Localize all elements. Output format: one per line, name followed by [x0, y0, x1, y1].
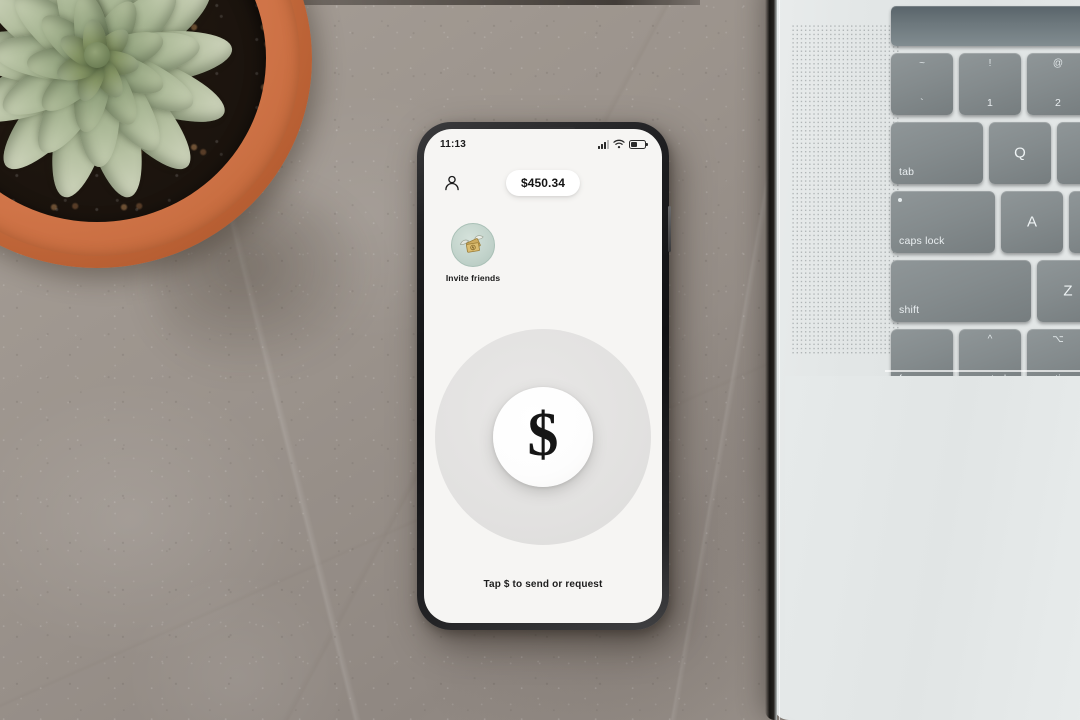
key-w[interactable]: W — [1057, 122, 1080, 184]
battery-icon — [629, 139, 648, 149]
key-z[interactable]: Z — [1037, 260, 1080, 322]
laptop-speaker-grille — [791, 24, 899, 354]
key-tab[interactable]: tab — [891, 122, 983, 184]
key-1-secondary: ! — [988, 58, 992, 69]
key-2[interactable]: @ 2 — [1027, 53, 1080, 115]
laptop-edge-highlight — [779, 0, 780, 720]
succulent-core — [84, 41, 110, 68]
key-s-label: S — [1069, 214, 1080, 231]
dollar-sign-icon: $ — [527, 401, 559, 469]
status-time: 11:13 — [440, 138, 467, 150]
key-1[interactable]: ! 1 — [959, 53, 1021, 115]
key-2-secondary: @ — [1052, 58, 1064, 69]
laptop-palm-rest — [785, 376, 1080, 720]
phone-side-button[interactable] — [668, 206, 671, 252]
keyboard-row-number: ~ ` ! 1 @ 2 — [891, 53, 1080, 115]
laptop: ~ ` ! 1 @ 2 tab Q caps lock A shift Z ^ … — [765, 0, 1080, 720]
key-tab-label: tab — [899, 166, 915, 178]
keyboard-row-function — [891, 6, 1080, 46]
action-hint-text: Tap $ to send or request — [483, 579, 603, 590]
caps-lock-indicator-icon — [898, 198, 902, 202]
key-q-label: Q — [1014, 144, 1026, 162]
phone-screen: 11:13 $450.34 $ Invite friends $ Tap $ t… — [424, 129, 662, 623]
person-icon[interactable] — [441, 172, 463, 194]
keyboard-well-edge — [885, 370, 1080, 372]
key-caps-lock[interactable]: caps lock — [891, 191, 995, 253]
key-shift-label: shift — [899, 304, 920, 316]
keyboard-row-home: caps lock A S — [891, 191, 1080, 253]
succulent-plant — [0, 0, 312, 268]
status-bar: 11:13 — [424, 129, 662, 159]
status-icon-group — [598, 139, 648, 149]
wifi-icon — [613, 139, 625, 149]
app-header: $450.34 — [424, 163, 662, 203]
key-caps-lock-label: caps lock — [899, 235, 945, 247]
key-tilde[interactable]: ~ ` — [891, 53, 953, 115]
key-s[interactable]: S — [1069, 191, 1080, 253]
key-control-symbol-icon: ^ — [987, 334, 993, 345]
key-a-label: A — [1026, 213, 1037, 231]
key-tilde-primary: ` — [920, 97, 924, 109]
smartphone: 11:13 $450.34 $ Invite friends $ Tap $ t… — [417, 122, 671, 630]
key-esc-strip[interactable] — [891, 6, 1080, 46]
laptop-left-edge — [765, 0, 777, 720]
key-w-label: W — [1057, 145, 1080, 162]
key-a[interactable]: A — [1001, 191, 1063, 253]
key-z-label: Z — [1063, 282, 1073, 300]
key-option-symbol-icon: ⌥ — [1052, 334, 1064, 345]
key-1-primary: 1 — [986, 97, 994, 109]
keyboard-row-shift: shift Z — [891, 260, 1080, 322]
photo-scene: ~ ` ! 1 @ 2 tab Q caps lock A shift Z ^ … — [0, 0, 1080, 720]
key-2-primary: 2 — [1054, 97, 1062, 109]
laptop-keyboard: ~ ` ! 1 @ 2 tab Q caps lock A shift Z ^ … — [891, 6, 1080, 398]
key-q[interactable]: Q — [989, 122, 1051, 184]
cellular-signal-icon — [598, 139, 609, 149]
shortcut-label: Invite friends — [445, 273, 501, 283]
shortcut-invite-friends[interactable]: $ Invite friends — [442, 223, 504, 283]
keyboard-row-qwerty: tab Q W — [891, 122, 1080, 184]
dollar-sign-button[interactable]: $ — [493, 387, 593, 487]
key-tilde-secondary: ~ — [919, 58, 925, 69]
flying-money-icon: $ — [451, 223, 495, 267]
key-shift[interactable]: shift — [891, 260, 1031, 322]
balance-pill[interactable]: $450.34 — [505, 170, 581, 196]
